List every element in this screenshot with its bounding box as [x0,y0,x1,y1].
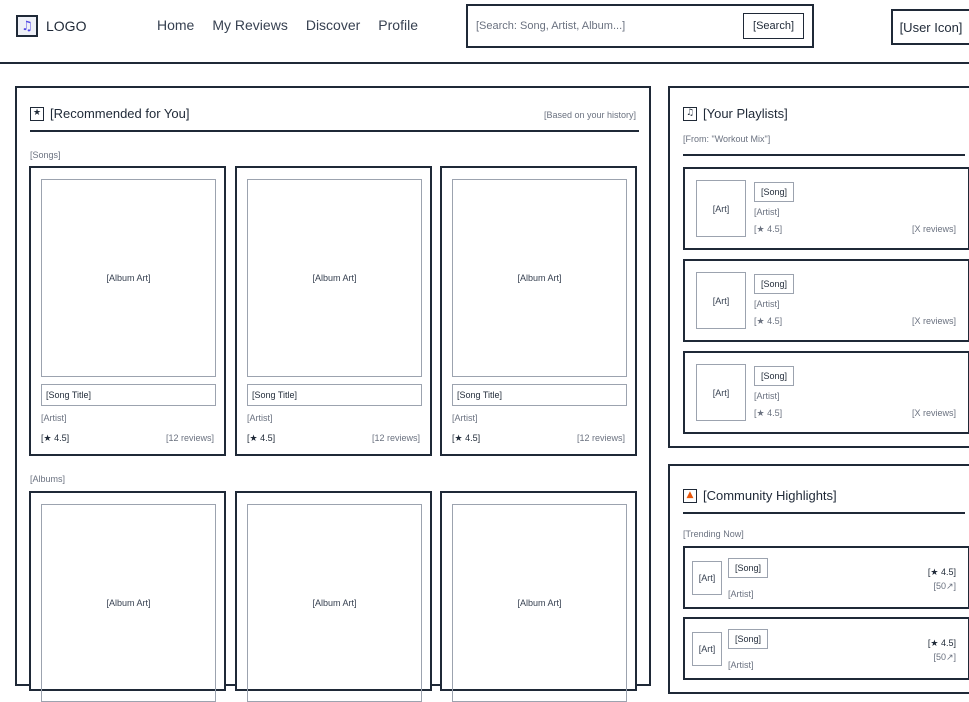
song-title[interactable]: [Song Title] [452,384,627,406]
playlist-artist: [Artist] [754,391,780,401]
trending-artist: [Artist] [728,589,754,599]
search-button[interactable]: [Search] [743,13,804,39]
playlists-divider [683,154,965,156]
playlists-panel: ♫ [Your Playlists] [From: "Workout Mix"]… [668,86,969,448]
playlist-song[interactable]: [Song] [754,274,795,294]
music-note-icon: ♫ [16,15,38,37]
trending-rating: [★ 4.5] [927,638,956,648]
art-thumbnail: [Art] [696,272,746,329]
logo-text: LOGO [46,18,87,34]
song-title[interactable]: [Song Title] [41,384,216,406]
song-card[interactable]: [Album Art] [Song Title] [Artist] [★ 4.5… [29,166,226,456]
song-rating: [★ 4.5] [247,433,276,443]
playlist-song[interactable]: [Song] [754,182,795,202]
album-art: [Album Art] [452,179,627,377]
album-art: [Album Art] [247,179,422,377]
art-thumbnail: [Art] [696,364,746,421]
trending-song[interactable]: [Song] [728,558,769,578]
playlist-artist: [Artist] [754,207,780,217]
trending-artist: [Artist] [728,660,754,670]
playlist-icon: ♫ [683,106,697,121]
playlist-item[interactable]: [Art] [Song] [Artist] [★ 4.5] [X reviews… [683,351,969,434]
songs-section-label: [Songs] [30,150,61,160]
trending-count: [50↗] [933,652,956,662]
recommended-title: [Recommended for You] [50,106,190,121]
album-art: [Album Art] [41,504,216,702]
trending-item[interactable]: [Art] [Song] [Artist] [★ 4.5] [50↗] [683,546,969,609]
trending-count: [50↗] [933,581,956,591]
nav-link-profile[interactable]: Profile [378,17,418,33]
playlist-item[interactable]: [Art] [Song] [Artist] [★ 4.5] [X reviews… [683,167,969,250]
album-art: [Album Art] [247,504,422,702]
song-reviews[interactable]: [12 reviews] [166,433,214,443]
song-rating: [★ 4.5] [41,433,70,443]
trending-rating: [★ 4.5] [927,567,956,577]
albums-section-label: [Albums] [30,474,66,484]
playlist-rating: [★ 4.5] [754,224,783,234]
song-card[interactable]: [Album Art] [Song Title] [Artist] [★ 4.5… [235,166,432,456]
community-header: ▲ [Community Highlights] [683,488,837,503]
logo[interactable]: ♫ LOGO [16,15,86,37]
song-rating: [★ 4.5] [452,433,481,443]
recommended-divider [30,130,639,132]
playlists-header: ♫ [Your Playlists] [683,106,788,121]
song-artist: [Artist] [41,413,67,423]
trending-item[interactable]: [Art] [Song] [Artist] [★ 4.5] [50↗] [683,617,969,680]
recommended-note: [Based on your history] [543,110,636,120]
community-panel: ▲ [Community Highlights] [Trending Now] … [668,464,969,694]
trending-song[interactable]: [Song] [728,629,769,649]
song-title[interactable]: [Song Title] [247,384,422,406]
song-artist: [Artist] [247,413,273,423]
playlists-subtitle: [From: "Workout Mix"] [683,134,771,144]
search-input[interactable] [476,20,744,32]
user-icon-button[interactable]: [User Icon] [891,9,969,45]
community-title: [Community Highlights] [703,488,837,503]
song-reviews[interactable]: [12 reviews] [577,433,625,443]
art-thumbnail: [Art] [692,632,722,666]
nav-link-my-reviews[interactable]: My Reviews [212,17,287,33]
playlist-rating: [★ 4.5] [754,408,783,418]
art-thumbnail: [Art] [696,180,746,237]
playlist-reviews[interactable]: [X reviews] [912,316,956,326]
album-art: [Album Art] [41,179,216,377]
community-subtitle: [Trending Now] [683,529,744,539]
playlist-rating: [★ 4.5] [754,316,783,326]
playlists-title: [Your Playlists] [703,106,788,121]
nav-link-home[interactable]: Home [157,17,194,33]
song-artist: [Artist] [452,413,478,423]
playlist-reviews[interactable]: [X reviews] [912,408,956,418]
community-divider [683,512,965,514]
playlist-item[interactable]: [Art] [Song] [Artist] [★ 4.5] [X reviews… [683,259,969,342]
nav-links: Home My Reviews Discover Profile [157,17,418,33]
song-card[interactable]: [Album Art] [Song Title] [Artist] [★ 4.5… [440,166,637,456]
recommended-panel: ★ [Recommended for You] [Based on your h… [15,86,651,702]
search-box: [Search] [466,4,814,48]
playlist-song[interactable]: [Song] [754,366,795,386]
star-icon: ★ [30,106,44,121]
recommended-header: ★ [Recommended for You] [30,106,189,121]
nav-link-discover[interactable]: Discover [306,17,360,33]
album-card[interactable]: [Album Art] [440,491,637,702]
fire-icon: ▲ [683,488,697,503]
top-nav-bar: ♫ LOGO Home My Reviews Discover Profile … [0,0,969,64]
album-card[interactable]: [Album Art] [29,491,226,702]
album-art: [Album Art] [452,504,627,702]
song-reviews[interactable]: [12 reviews] [372,433,420,443]
album-card[interactable]: [Album Art] [235,491,432,702]
playlist-artist: [Artist] [754,299,780,309]
playlist-reviews[interactable]: [X reviews] [912,224,956,234]
art-thumbnail: [Art] [692,561,722,595]
